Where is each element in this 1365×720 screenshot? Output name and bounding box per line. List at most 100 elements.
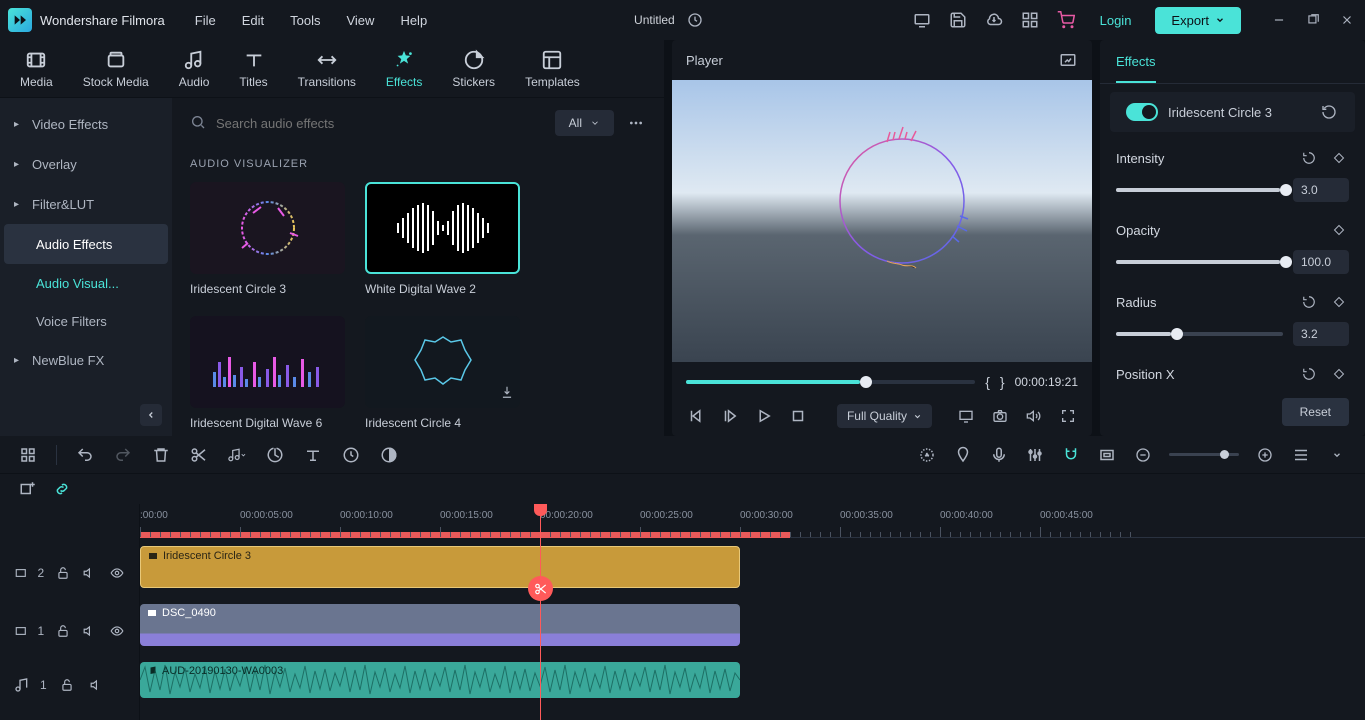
sidebar-item-overlay[interactable]: ▸Overlay bbox=[0, 144, 172, 184]
login-button[interactable]: Login bbox=[1092, 9, 1140, 32]
param-slider[interactable] bbox=[1116, 332, 1283, 336]
menu-file[interactable]: File bbox=[195, 13, 216, 28]
track-mute-icon[interactable] bbox=[81, 563, 98, 583]
play-icon[interactable] bbox=[754, 406, 774, 426]
mic-icon[interactable] bbox=[989, 445, 1009, 465]
render-icon[interactable] bbox=[917, 445, 937, 465]
export-button[interactable]: Export bbox=[1155, 7, 1241, 34]
thumb-iridescent-digital-wave-6[interactable]: Iridescent Digital Wave 6 bbox=[190, 316, 345, 430]
playhead[interactable] bbox=[540, 504, 541, 720]
add-track-icon[interactable] bbox=[18, 479, 38, 499]
tab-stickers[interactable]: Stickers bbox=[452, 49, 495, 89]
track-eye-icon[interactable] bbox=[108, 563, 125, 583]
param-value[interactable]: 100.0 bbox=[1293, 250, 1349, 274]
save-icon[interactable] bbox=[948, 10, 968, 30]
ruler[interactable]: :00:0000:00:05:0000:00:10:0000:00:15:000… bbox=[140, 504, 1365, 538]
fullscreen-icon[interactable] bbox=[1058, 406, 1078, 426]
preview-viewport[interactable] bbox=[672, 80, 1092, 362]
thumb-iridescent-circle-4[interactable]: Iridescent Circle 4 bbox=[365, 316, 520, 430]
color-icon[interactable] bbox=[379, 445, 399, 465]
zoom-out-icon[interactable] bbox=[1133, 445, 1153, 465]
cloud-icon[interactable] bbox=[984, 10, 1004, 30]
close-icon[interactable] bbox=[1337, 10, 1357, 30]
track-mute-icon[interactable] bbox=[87, 675, 107, 695]
magnet-icon[interactable] bbox=[1061, 445, 1081, 465]
maximize-icon[interactable] bbox=[1303, 10, 1323, 30]
prev-frame-icon[interactable] bbox=[686, 406, 706, 426]
zoom-in-icon[interactable] bbox=[1255, 445, 1275, 465]
track-audio[interactable]: AUD-20190130-WA0003 bbox=[140, 654, 1365, 704]
sidebar-collapse-icon[interactable] bbox=[140, 404, 162, 426]
track-eye-icon[interactable] bbox=[108, 621, 125, 641]
track-effect[interactable]: Iridescent Circle 3 bbox=[140, 538, 1365, 596]
marker-in[interactable]: { bbox=[985, 374, 990, 390]
tab-effects[interactable]: Effects bbox=[386, 49, 422, 89]
track-lock-icon[interactable] bbox=[54, 621, 71, 641]
param-slider[interactable] bbox=[1116, 188, 1283, 192]
effect-toggle[interactable] bbox=[1126, 103, 1158, 121]
thumb-white-digital-wave-2[interactable]: White Digital Wave 2 bbox=[365, 182, 520, 296]
search-input[interactable] bbox=[216, 116, 543, 131]
keyframe-icon[interactable] bbox=[1329, 148, 1349, 168]
clip-video[interactable]: DSC_0490 bbox=[140, 604, 740, 646]
menu-view[interactable]: View bbox=[346, 13, 374, 28]
param-value[interactable]: 3.0 bbox=[1293, 178, 1349, 202]
track-lock-icon[interactable] bbox=[54, 563, 71, 583]
sidebar-sub-voice-filters[interactable]: Voice Filters bbox=[0, 302, 172, 340]
tab-stock-media[interactable]: Stock Media bbox=[83, 49, 149, 89]
delete-icon[interactable] bbox=[151, 445, 171, 465]
filter-dropdown[interactable]: All bbox=[555, 110, 614, 136]
track-size-icon[interactable] bbox=[1291, 445, 1311, 465]
tab-transitions[interactable]: Transitions bbox=[298, 49, 356, 89]
param-reset-icon[interactable] bbox=[1299, 292, 1319, 312]
thumb-iridescent-circle-3[interactable]: Iridescent Circle 3 bbox=[190, 182, 345, 296]
clip-audio[interactable]: AUD-20190130-WA0003 bbox=[140, 662, 740, 698]
marker-out[interactable]: } bbox=[1000, 374, 1005, 390]
more-icon[interactable] bbox=[626, 113, 646, 133]
tl-auto-icon[interactable] bbox=[18, 445, 38, 465]
tab-templates[interactable]: Templates bbox=[525, 49, 580, 89]
minimize-icon[interactable] bbox=[1269, 10, 1289, 30]
param-reset-icon[interactable] bbox=[1299, 148, 1319, 168]
doc-history-icon[interactable] bbox=[685, 10, 705, 30]
track-mute-icon[interactable] bbox=[81, 621, 98, 641]
scrub-bar[interactable] bbox=[686, 380, 975, 384]
crop-icon[interactable] bbox=[265, 445, 285, 465]
menu-tools[interactable]: Tools bbox=[290, 13, 320, 28]
undo-icon[interactable] bbox=[75, 445, 95, 465]
track-video[interactable]: DSC_0490 bbox=[140, 596, 1365, 654]
preview-display-icon[interactable] bbox=[956, 406, 976, 426]
clip-effect[interactable]: Iridescent Circle 3 bbox=[140, 546, 740, 588]
param-value[interactable]: 3.2 bbox=[1293, 322, 1349, 346]
keyframe-icon[interactable] bbox=[1329, 220, 1349, 240]
volume-icon[interactable] bbox=[1024, 406, 1044, 426]
zoom-slider[interactable] bbox=[1169, 453, 1239, 456]
reset-button[interactable]: Reset bbox=[1282, 398, 1349, 426]
quality-dropdown[interactable]: Full Quality bbox=[837, 404, 932, 428]
audio-edit-icon[interactable] bbox=[227, 445, 247, 465]
sidebar-item-video-effects[interactable]: ▸Video Effects bbox=[0, 104, 172, 144]
reset-all-icon[interactable] bbox=[1319, 102, 1339, 122]
snapshot-mode-icon[interactable] bbox=[1058, 50, 1078, 70]
scissor-icon[interactable] bbox=[528, 576, 553, 601]
keyframe-icon[interactable] bbox=[1329, 292, 1349, 312]
sidebar-item-filter-lut[interactable]: ▸Filter&LUT bbox=[0, 184, 172, 224]
cart-icon[interactable] bbox=[1056, 10, 1076, 30]
camera-icon[interactable] bbox=[990, 406, 1010, 426]
menu-help[interactable]: Help bbox=[400, 13, 427, 28]
tab-titles[interactable]: Titles bbox=[239, 49, 267, 89]
split-icon[interactable] bbox=[189, 445, 209, 465]
sidebar-item-audio-effects[interactable]: ▸Audio Effects bbox=[4, 224, 168, 264]
menu-edit[interactable]: Edit bbox=[242, 13, 264, 28]
param-reset-icon[interactable] bbox=[1299, 364, 1319, 384]
sidebar-sub-audio-visualizer[interactable]: Audio Visual... bbox=[0, 264, 172, 302]
apps-icon[interactable] bbox=[1020, 10, 1040, 30]
tab-audio[interactable]: Audio bbox=[179, 49, 210, 89]
marker-icon[interactable] bbox=[953, 445, 973, 465]
tl-more-icon[interactable] bbox=[1327, 445, 1347, 465]
link-icon[interactable] bbox=[52, 479, 72, 499]
mixer-icon[interactable] bbox=[1025, 445, 1045, 465]
props-tab-effects[interactable]: Effects bbox=[1116, 54, 1156, 83]
keyframe-icon[interactable] bbox=[1329, 364, 1349, 384]
aspect-icon[interactable] bbox=[1097, 445, 1117, 465]
